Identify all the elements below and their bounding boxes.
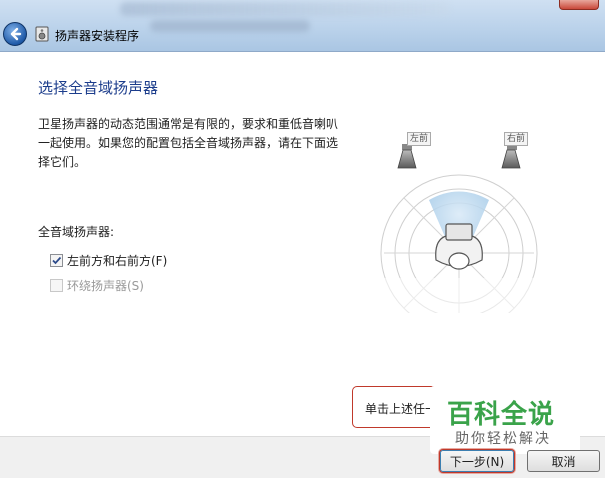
back-button[interactable] [3, 22, 27, 46]
full-range-group-label: 全音域扬声器: [38, 225, 115, 239]
front-left-right-checkbox[interactable]: 左前方和右前方(F) [50, 252, 167, 269]
checkbox-label: 左前方和右前方(F) [67, 254, 168, 268]
hint-text: 单击上述任一 [365, 402, 438, 416]
next-button[interactable]: 下一步(N) [440, 450, 514, 472]
back-arrow-icon [10, 27, 22, 41]
title-bar: 扬声器安装程序 [0, 0, 605, 52]
checkmark-icon [52, 256, 62, 265]
speaker-layout-graphic [374, 144, 544, 332]
cancel-button[interactable]: 取消 [527, 450, 600, 472]
checkbox-box[interactable] [50, 279, 63, 292]
blurred-address-bar [120, 2, 450, 16]
watermark-title: 百科全说 [447, 400, 556, 430]
speaker-setup-icon [35, 26, 49, 42]
speaker-diagram: 左前 右前 [374, 128, 544, 332]
surround-checkbox[interactable]: 环绕扬声器(S) [50, 277, 144, 294]
window-title: 扬声器安装程序 [55, 29, 140, 43]
page-description: 卫星扬声器的动态范围通常是有限的，要求和重低音喇叭一起使用。如果您的配置包括全音… [38, 117, 339, 169]
checkbox-box[interactable] [50, 254, 63, 267]
close-button[interactable] [559, 0, 599, 10]
checkbox-label: 环绕扬声器(S) [67, 279, 144, 293]
front-left-label: 左前 [407, 132, 432, 146]
front-right-label: 右前 [504, 132, 529, 146]
watermark-subtitle: 助你轻松解决 [455, 431, 551, 447]
page-heading: 选择全音域扬声器 [38, 79, 159, 97]
blurred-address-text [150, 20, 310, 32]
